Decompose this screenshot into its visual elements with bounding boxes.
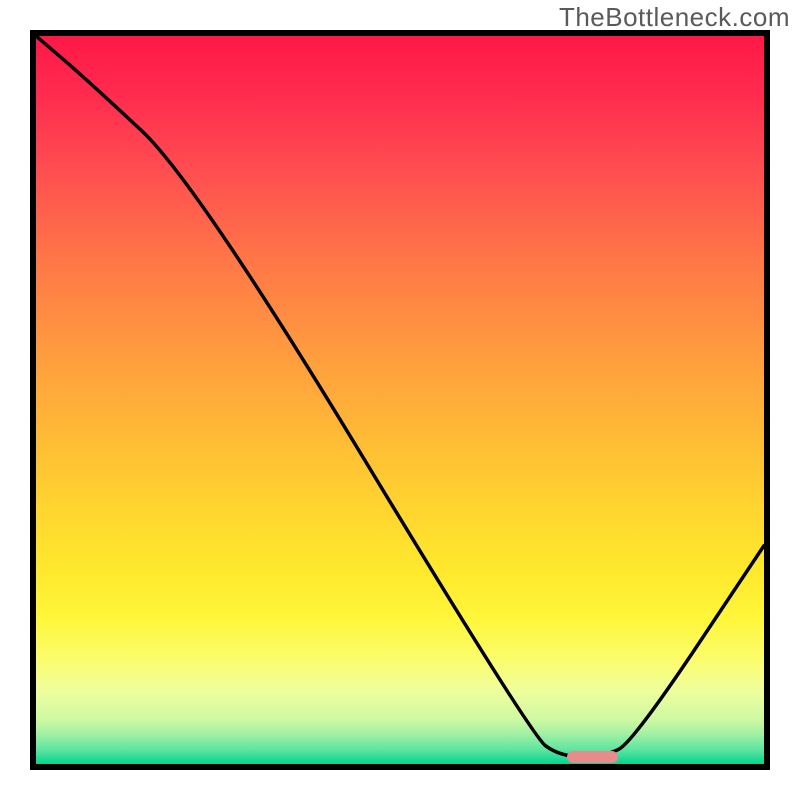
bottleneck-curve [36, 36, 764, 764]
watermark-text: TheBottleneck.com [559, 2, 790, 33]
chart-frame: TheBottleneck.com [0, 0, 800, 800]
optimal-range-marker [567, 751, 618, 763]
plot-area [30, 30, 770, 770]
